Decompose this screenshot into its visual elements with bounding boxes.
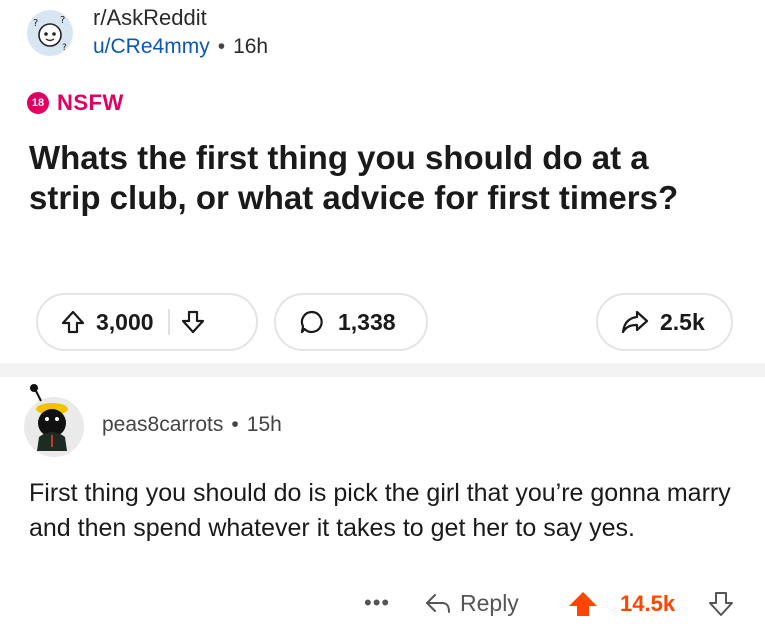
separator-dot: • <box>231 413 239 436</box>
share-button[interactable]: 2.5k <box>596 293 733 351</box>
upvote-icon[interactable] <box>60 309 86 335</box>
share-icon <box>620 309 650 335</box>
vote-bar: 3,000 <box>36 293 258 351</box>
comment-meta: peas8carrots • 15h <box>102 413 282 437</box>
svg-text:?: ? <box>62 43 67 53</box>
comments-button[interactable]: 1,338 <box>274 293 428 351</box>
subreddit-name[interactable]: r/AskReddit <box>93 5 207 31</box>
upvote-count: 3,000 <box>96 308 154 335</box>
subreddit-avatar-icon[interactable]: ? ? ? <box>27 10 73 56</box>
reply-button[interactable]: Reply <box>424 590 519 617</box>
vote-divider <box>167 309 170 335</box>
nsfw-label: NSFW <box>57 90 124 115</box>
share-count: 2.5k <box>660 308 705 335</box>
reply-icon <box>424 592 452 616</box>
nsfw-badge-icon: 18 <box>27 92 49 114</box>
comment-body: First thing you should do is pick the gi… <box>29 479 731 542</box>
post-age: 16h <box>233 35 269 58</box>
section-divider <box>0 363 765 377</box>
nsfw-tag: 18 NSFW <box>27 90 124 116</box>
post-title[interactable]: Whats the first thing you should do at a… <box>29 138 729 218</box>
downvote-icon[interactable] <box>180 309 206 335</box>
upvoted-icon[interactable] <box>566 590 600 623</box>
svg-text:?: ? <box>33 18 38 29</box>
reply-label: Reply <box>460 590 519 616</box>
more-icon[interactable]: ••• <box>364 590 390 616</box>
comment-author[interactable]: peas8carrots <box>102 413 223 436</box>
separator-dot: • <box>217 35 226 58</box>
post-author[interactable]: u/CRe4mmy <box>93 35 210 58</box>
svg-text:?: ? <box>60 15 65 26</box>
comment-icon <box>298 308 326 336</box>
user-avatar-icon[interactable] <box>24 384 84 457</box>
comment-age: 15h <box>246 413 282 436</box>
post-meta: u/CRe4mmy • 16h <box>93 35 268 59</box>
downvote-small-icon[interactable] <box>707 590 735 623</box>
comment-score: 14.5k <box>620 591 676 616</box>
comment-count: 1,338 <box>338 308 396 335</box>
